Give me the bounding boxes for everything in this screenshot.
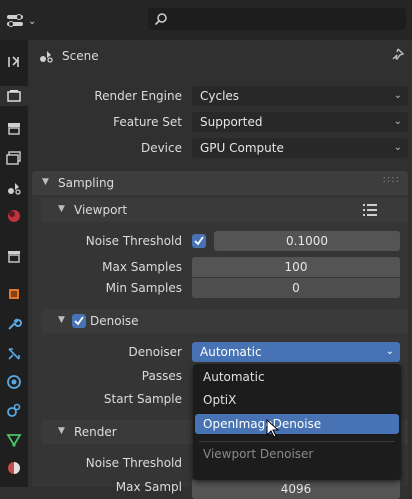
modifier-icon	[8, 318, 22, 330]
menu-item-openimagedenoise[interactable]: OpenImageDenoise	[195, 414, 399, 434]
tab-tool[interactable]	[4, 52, 24, 72]
denoiser-value: Automatic	[200, 345, 262, 359]
menu-item-automatic[interactable]: Automatic	[195, 367, 399, 387]
tab-view-layer[interactable]	[4, 148, 24, 168]
physics-icon	[7, 375, 21, 389]
feature-set-dropdown[interactable]: Supported ⌄	[192, 112, 408, 132]
noise-threshold-checkbox[interactable]	[192, 234, 206, 248]
chevron-down-icon: ⌄	[393, 116, 402, 127]
checkmark-icon	[74, 316, 84, 326]
device-label: Device	[140, 141, 182, 155]
scene-icon	[40, 51, 53, 63]
mouse-cursor-icon	[266, 419, 280, 438]
material-icon	[8, 462, 20, 474]
tab-constraints[interactable]	[4, 400, 24, 420]
noise-threshold-field[interactable]: 0.1000	[214, 231, 400, 251]
passes-label: Passes	[141, 369, 182, 383]
output-icon	[8, 123, 20, 135]
menu-footer-title: Viewport Denoiser	[203, 447, 314, 461]
max-samples-field[interactable]: 100	[192, 257, 400, 277]
feature-set-value: Supported	[200, 115, 263, 129]
breadcrumb-label: Scene	[62, 49, 99, 63]
properties-tab-column	[0, 40, 28, 487]
collection-icon	[8, 251, 20, 263]
chevron-down-icon: ⌄	[393, 90, 402, 101]
min-samples-label: Min Samples	[105, 281, 182, 295]
denoise-checkbox[interactable]	[72, 314, 86, 328]
noise-threshold-label: Noise Threshold	[85, 234, 182, 248]
device-dropdown[interactable]: GPU Compute ⌄	[192, 138, 408, 158]
tab-modifier[interactable]	[4, 314, 24, 334]
menu-separator	[199, 441, 395, 442]
tab-particles[interactable]	[4, 344, 24, 364]
properties-header: ⌄	[0, 0, 412, 40]
max-samples-label: Max Samples	[102, 260, 182, 274]
tab-object[interactable]	[4, 284, 24, 304]
denoiser-dropdown[interactable]: Automatic ⌄	[192, 342, 400, 362]
min-samples-field[interactable]: 0	[192, 278, 400, 298]
tab-render[interactable]	[0, 86, 28, 106]
start-sample-label: Start Sample	[103, 392, 182, 406]
tool-icon	[8, 56, 19, 67]
tab-physics[interactable]	[4, 372, 24, 392]
render-icon	[7, 90, 21, 102]
constraints-icon	[7, 403, 21, 417]
render-max-samples-label: Max Sampl	[115, 480, 182, 494]
render-engine-value: Cycles	[200, 89, 240, 103]
chevron-down-icon: ⌄	[385, 346, 394, 357]
menu-item-optix[interactable]: OptiX	[195, 390, 399, 410]
tab-collection[interactable]	[4, 246, 24, 266]
denoiser-label: Denoiser	[128, 345, 182, 359]
render-max-samples-field[interactable]: 4096	[192, 479, 400, 499]
viewport-title: Viewport	[74, 203, 128, 217]
tab-material[interactable]	[4, 458, 24, 478]
feature-set-label: Feature Set	[113, 115, 182, 129]
tab-world[interactable]	[4, 206, 24, 226]
denoise-subpanel-header[interactable]: ▼ Denoise	[42, 309, 408, 333]
tab-output[interactable]	[4, 118, 24, 138]
tab-data[interactable]	[4, 430, 24, 450]
collapse-arrow-icon: ▼	[58, 426, 65, 436]
render-engine-label: Render Engine	[94, 89, 182, 103]
collapse-arrow-icon: ▼	[58, 204, 65, 214]
search-input[interactable]	[148, 8, 406, 30]
world-icon	[8, 210, 20, 222]
tab-scene[interactable]	[4, 178, 24, 198]
particles-icon	[8, 348, 20, 360]
breadcrumb: Scene	[38, 46, 99, 66]
checkmark-icon	[194, 236, 204, 246]
pin-icon[interactable]	[389, 47, 405, 63]
render-engine-dropdown[interactable]: Cycles ⌄	[192, 86, 408, 106]
render-title: Render	[74, 425, 117, 439]
device-value: GPU Compute	[200, 141, 284, 155]
editor-type-selector[interactable]: ⌄	[6, 10, 42, 32]
drag-handle-icon[interactable]: ::::	[383, 174, 400, 185]
chevron-down-icon: ⌄	[28, 15, 37, 27]
presets-list-icon[interactable]	[362, 202, 378, 218]
sampling-title: Sampling	[58, 176, 115, 190]
sampling-panel-header[interactable]: ▼ Sampling ::::	[32, 171, 408, 195]
properties-icon	[7, 14, 23, 27]
collapse-arrow-icon: ▼	[42, 177, 49, 187]
viewport-subpanel-header[interactable]: ▼ Viewport	[42, 198, 408, 222]
render-noise-threshold-label: Noise Threshold	[85, 456, 182, 470]
scene-icon	[8, 183, 21, 195]
denoiser-dropdown-menu: Automatic OptiX OpenImageDenoise Viewpor…	[193, 364, 401, 480]
object-icon	[9, 289, 19, 299]
collapse-arrow-icon: ▼	[58, 315, 65, 325]
chevron-down-icon: ⌄	[393, 142, 402, 153]
search-icon	[154, 13, 167, 26]
data-icon	[6, 434, 22, 447]
view-layer-icon	[6, 151, 21, 165]
denoise-title: Denoise	[90, 314, 139, 328]
